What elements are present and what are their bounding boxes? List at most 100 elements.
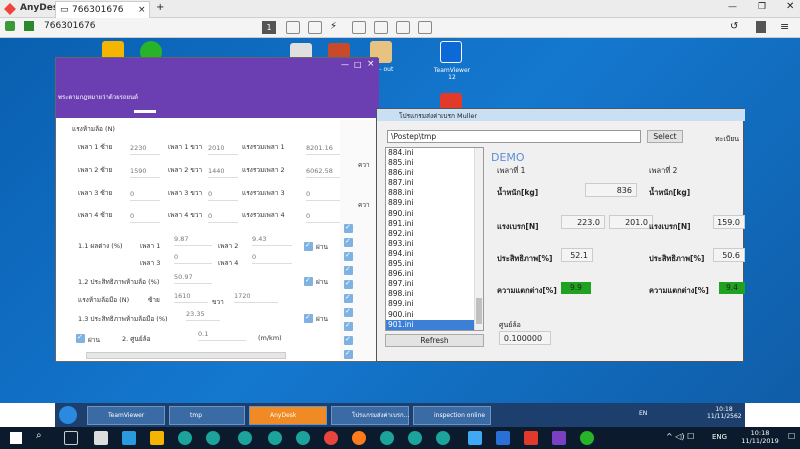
axle1-right-field[interactable]: 2010 bbox=[208, 144, 238, 155]
session-tab[interactable]: ▭ 766301676 × bbox=[55, 1, 150, 18]
pass-checkbox[interactable] bbox=[304, 276, 313, 286]
history-icon[interactable]: ↺ bbox=[730, 21, 738, 32]
axle4-left-field[interactable]: 0 bbox=[130, 212, 160, 223]
list-item[interactable]: 894.ini bbox=[386, 249, 483, 259]
list-item[interactable]: 888.ini bbox=[386, 188, 483, 198]
axle1-left-field[interactable]: 2230 bbox=[130, 144, 160, 155]
list-item[interactable]: 887.ini bbox=[386, 178, 483, 188]
list-item[interactable]: 898.ini bbox=[386, 289, 483, 299]
search-icon[interactable]: ⌕ bbox=[36, 430, 42, 441]
diff-axle4-field[interactable]: 0 bbox=[252, 253, 292, 264]
arduino-icon[interactable] bbox=[408, 431, 422, 445]
refresh-button[interactable]: Refresh bbox=[385, 334, 484, 347]
windows-start-icon[interactable] bbox=[10, 432, 22, 444]
pass-checkbox[interactable] bbox=[76, 333, 85, 343]
action-icon[interactable]: ⚡ bbox=[330, 21, 337, 32]
taskbar-tmp[interactable]: tmp bbox=[169, 406, 245, 425]
firefox-icon[interactable] bbox=[352, 431, 366, 445]
taskbar-anydesk[interactable]: AnyDesk bbox=[249, 406, 327, 425]
file-listbox[interactable]: 884.ini 885.ini 886.ini 887.ini 888.ini … bbox=[385, 147, 484, 331]
file-transfer-icon[interactable] bbox=[396, 21, 410, 34]
arduino-icon[interactable] bbox=[268, 431, 282, 445]
horizontal-scrollbar[interactable] bbox=[86, 352, 286, 359]
select-button[interactable]: Select bbox=[647, 130, 683, 143]
taskbar-teamviewer[interactable]: TeamViewer bbox=[87, 406, 165, 425]
close-tab-icon[interactable]: × bbox=[138, 5, 146, 15]
list-item-selected[interactable]: 901.ini bbox=[386, 319, 483, 330]
record-icon[interactable] bbox=[418, 21, 432, 34]
list-item[interactable]: 895.ini bbox=[386, 259, 483, 269]
switch-sides-icon[interactable] bbox=[286, 21, 300, 34]
side-checkbox[interactable] bbox=[344, 349, 353, 359]
arduino-icon[interactable] bbox=[296, 431, 310, 445]
chrome-icon[interactable] bbox=[324, 431, 338, 445]
side-checkbox[interactable] bbox=[344, 293, 353, 303]
list-item[interactable]: 889.ini bbox=[386, 198, 483, 208]
axle4-right-field[interactable]: 0 bbox=[208, 212, 238, 223]
handbrake-eff-field[interactable]: 23.35 bbox=[186, 310, 220, 321]
arduino-icon[interactable] bbox=[238, 431, 252, 445]
minimize-icon[interactable]: — bbox=[341, 60, 349, 69]
teamviewer-taskbar-icon[interactable] bbox=[468, 431, 482, 445]
diff-axle2-field[interactable]: 9.43 bbox=[252, 235, 292, 246]
pass-checkbox[interactable] bbox=[304, 241, 313, 251]
chat-icon[interactable] bbox=[308, 21, 322, 34]
side-checkbox[interactable] bbox=[344, 265, 353, 275]
list-item[interactable]: 896.ini bbox=[386, 269, 483, 279]
side-checkbox[interactable] bbox=[344, 237, 353, 247]
tray-icons[interactable]: ^ ◁) ☐ bbox=[666, 432, 694, 441]
wheel-alignment-field[interactable]: 0.1 bbox=[198, 330, 246, 341]
axle3-right-field[interactable]: 0 bbox=[208, 190, 238, 201]
side-checkbox[interactable] bbox=[344, 335, 353, 345]
handbrake-right-field[interactable]: 1720 bbox=[234, 292, 278, 303]
visual-studio-icon[interactable] bbox=[552, 431, 566, 445]
close-window-icon[interactable]: ✕ bbox=[786, 1, 794, 12]
teamviewer-icon[interactable] bbox=[440, 41, 462, 63]
side-checkbox[interactable] bbox=[344, 223, 353, 233]
keyboard-icon[interactable] bbox=[352, 21, 366, 34]
handbrake-left-field[interactable]: 1610 bbox=[174, 292, 208, 303]
file-explorer-icon[interactable] bbox=[150, 431, 164, 445]
download-icon[interactable] bbox=[756, 21, 766, 33]
side-checkbox[interactable] bbox=[344, 307, 353, 317]
list-item[interactable]: 885.ini bbox=[386, 158, 483, 168]
taskbar-inspection[interactable]: inspection online bbox=[413, 406, 491, 425]
clock[interactable]: 10:18 11/11/2562 bbox=[707, 406, 742, 420]
maximize-icon[interactable]: ❐ bbox=[758, 2, 766, 12]
side-checkbox[interactable] bbox=[344, 251, 353, 261]
axle2-right-field[interactable]: 1440 bbox=[208, 167, 238, 178]
axle3-left-field[interactable]: 0 bbox=[130, 190, 160, 201]
language-indicator[interactable]: ENG bbox=[712, 433, 727, 441]
new-tab-button[interactable]: + bbox=[156, 2, 164, 13]
side-checkbox[interactable] bbox=[344, 279, 353, 289]
diff-axle3-field[interactable]: 0 bbox=[174, 253, 212, 264]
pass-checkbox[interactable] bbox=[304, 313, 313, 323]
diff-axle1-field[interactable]: 9.87 bbox=[174, 235, 212, 246]
address-text[interactable]: 766301676 bbox=[44, 21, 96, 31]
app-icon[interactable] bbox=[496, 431, 510, 445]
list-item[interactable]: 893.ini bbox=[386, 239, 483, 249]
arduino-icon[interactable] bbox=[178, 431, 192, 445]
minimize-icon[interactable]: — bbox=[728, 2, 737, 12]
app-icon[interactable] bbox=[122, 431, 136, 445]
list-item[interactable]: 899.ini bbox=[386, 299, 483, 309]
scrollbar-thumb[interactable] bbox=[476, 298, 482, 324]
task-view-icon[interactable] bbox=[64, 431, 78, 445]
close-icon[interactable]: × bbox=[367, 59, 375, 69]
arduino-icon[interactable] bbox=[206, 431, 220, 445]
list-item[interactable]: 886.ini bbox=[386, 168, 483, 178]
list-item[interactable]: 900.ini bbox=[386, 310, 483, 320]
efficiency-field[interactable]: 50.97 bbox=[174, 273, 212, 284]
axle2-left-field[interactable]: 1590 bbox=[130, 167, 160, 178]
menu-icon[interactable]: ≡ bbox=[780, 20, 789, 33]
list-item[interactable]: 897.ini bbox=[386, 279, 483, 289]
monitor-1-button[interactable]: 1 bbox=[262, 21, 276, 34]
start-icon[interactable] bbox=[59, 406, 77, 424]
list-item[interactable]: 891.ini bbox=[386, 219, 483, 229]
arduino-icon[interactable] bbox=[380, 431, 394, 445]
side-checkbox[interactable] bbox=[344, 321, 353, 331]
list-item[interactable]: 892.ini bbox=[386, 229, 483, 239]
arduino-icon[interactable] bbox=[436, 431, 450, 445]
maximize-icon[interactable]: □ bbox=[354, 60, 362, 69]
clock[interactable]: 10:18 11/11/2019 bbox=[738, 429, 782, 445]
